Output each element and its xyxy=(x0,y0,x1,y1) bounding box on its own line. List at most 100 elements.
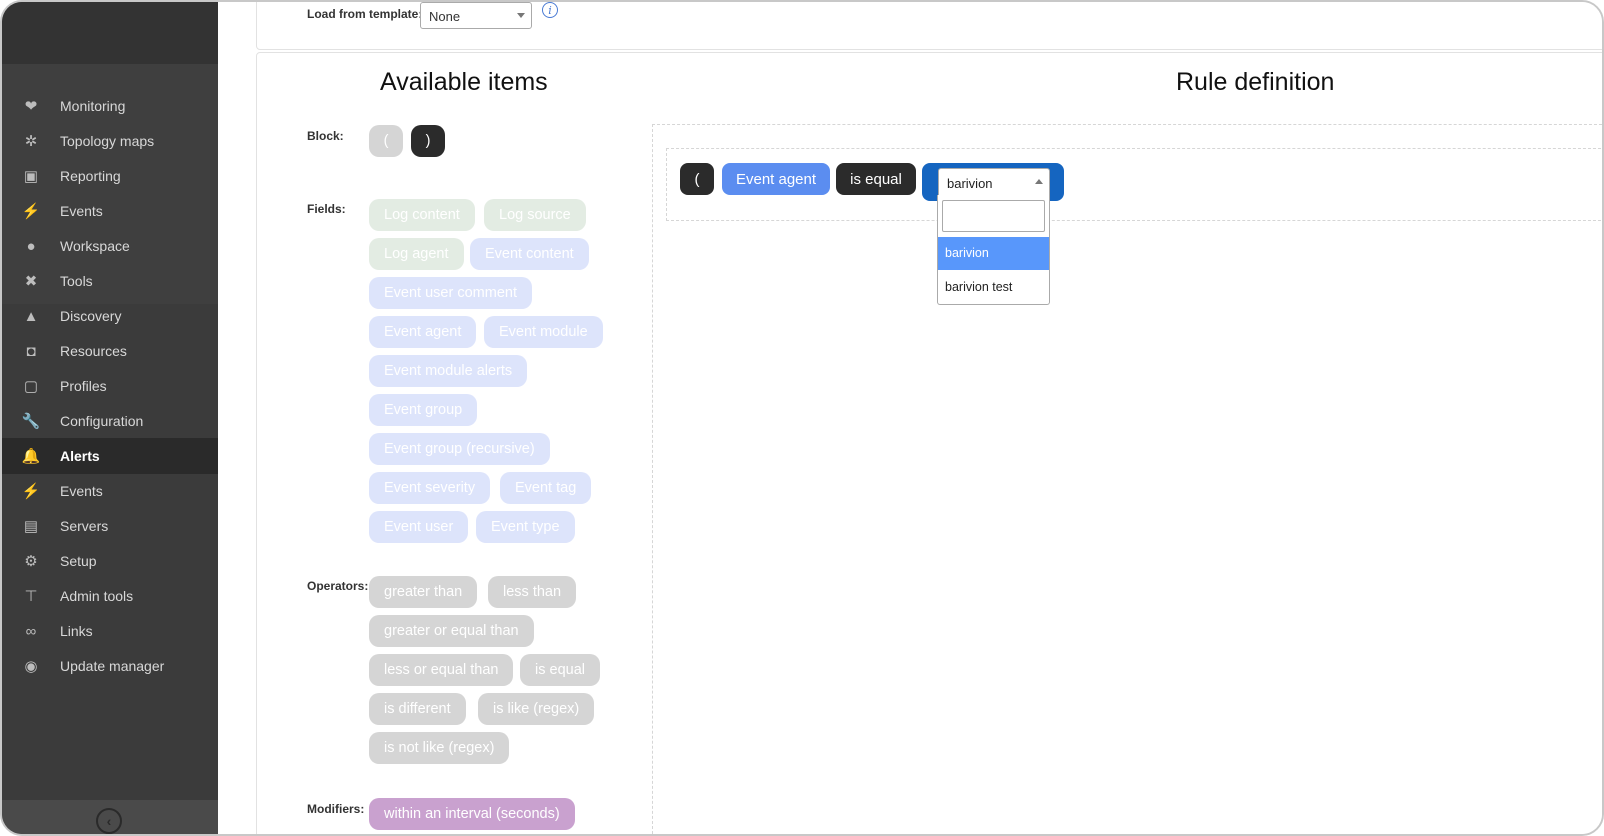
gear-icon: ⚙ xyxy=(24,553,38,570)
field-event-group[interactable]: Event group xyxy=(369,394,478,426)
sidebar-item-setup[interactable]: ⚙ Setup xyxy=(2,543,218,579)
rule-value-text: barivion xyxy=(947,176,993,191)
server-icon: ▤ xyxy=(23,518,39,535)
bell-icon: 🔔 xyxy=(21,448,41,465)
operator-is-not-like-regex[interactable]: is not like (regex) xyxy=(369,732,510,764)
field-event-agent[interactable]: Event agent xyxy=(369,316,477,348)
sidebar-item-update-manager[interactable]: ◉ Update manager xyxy=(2,648,218,684)
caret-up-icon xyxy=(1035,179,1043,184)
profile-icon: ▢ xyxy=(23,378,39,395)
field-event-tag[interactable]: Event tag xyxy=(500,472,592,504)
sidebar-item-label: Workspace xyxy=(60,238,130,254)
template-select-value: None xyxy=(429,9,461,24)
field-log-content[interactable]: Log content xyxy=(369,199,475,231)
discovery-icon: ▲ xyxy=(23,307,39,325)
report-icon: ▣ xyxy=(23,168,39,185)
app-window: ❤ Monitoring ✲ Topology maps ▣ Reporting… xyxy=(0,0,1604,836)
dropdown-search-input[interactable] xyxy=(942,200,1045,232)
sidebar-item-monitoring[interactable]: ❤ Monitoring xyxy=(2,88,218,124)
template-label: Load from template: xyxy=(307,7,423,21)
dropdown-option[interactable]: barivion xyxy=(938,237,1049,270)
sidebar-item-label: Alerts xyxy=(60,448,100,464)
sidebar-item-reporting[interactable]: ▣ Reporting xyxy=(2,158,218,194)
field-event-content[interactable]: Event content xyxy=(470,238,589,270)
update-icon: ◉ xyxy=(24,658,38,675)
sidebar-item-label: Update manager xyxy=(60,658,165,674)
dropdown-option[interactable]: barivion test xyxy=(938,271,1049,304)
sidebar-item-alerts[interactable]: 🔔 Alerts xyxy=(2,438,218,474)
template-select[interactable]: None xyxy=(420,2,532,29)
field-log-source[interactable]: Log source xyxy=(484,199,586,231)
sidebar-item-events[interactable]: ⚡ Events xyxy=(2,193,218,229)
topology-icon: ✲ xyxy=(24,133,38,150)
sidebar-item-workspace[interactable]: ● Workspace xyxy=(2,228,218,264)
user-icon: ● xyxy=(26,237,36,255)
sidebar-item-label: Setup xyxy=(60,553,97,569)
fields-label: Fields: xyxy=(307,202,346,216)
sidebar-item-label: Monitoring xyxy=(60,98,126,114)
rule-drop-zone[interactable] xyxy=(652,124,1602,834)
sidebar-item-label: Discovery xyxy=(60,308,122,324)
field-event-severity[interactable]: Event severity xyxy=(369,472,491,504)
operators-label: Operators: xyxy=(307,579,369,593)
block-open-paren[interactable]: ( xyxy=(369,125,403,157)
operator-is-equal[interactable]: is equal xyxy=(520,654,600,686)
admin-tools-icon: ⊤ xyxy=(24,588,38,605)
sidebar-item-events-2[interactable]: ⚡ Events xyxy=(2,473,218,509)
operator-is-different[interactable]: is different xyxy=(369,693,466,725)
field-event-module-alerts[interactable]: Event module alerts xyxy=(369,355,528,387)
field-event-module[interactable]: Event module xyxy=(484,316,603,348)
field-log-agent[interactable]: Log agent xyxy=(369,238,464,270)
sidebar-item-profiles[interactable]: ▢ Profiles xyxy=(2,368,218,404)
sidebar-logo-area xyxy=(2,2,218,64)
heartbeat-icon: ❤ xyxy=(24,98,38,115)
field-event-user-comment[interactable]: Event user comment xyxy=(369,277,532,309)
sidebar-item-label: Resources xyxy=(60,343,127,359)
lightning-icon: ⚡ xyxy=(21,203,41,220)
operator-less-than[interactable]: less than xyxy=(488,576,577,608)
operator-less-or-equal[interactable]: less or equal than xyxy=(369,654,514,686)
sidebar-item-admin-tools[interactable]: ⊤ Admin tools xyxy=(2,578,218,614)
lightning-icon: ⚡ xyxy=(21,483,41,500)
field-event-type[interactable]: Event type xyxy=(476,511,575,543)
rule-field-event-agent[interactable]: Event agent xyxy=(722,163,830,195)
modifier-within-interval[interactable]: within an interval (seconds) xyxy=(369,798,575,830)
sidebar-item-topology-maps[interactable]: ✲ Topology maps xyxy=(2,123,218,159)
sidebar-item-resources[interactable]: ◘ Resources xyxy=(2,333,218,369)
sidebar-item-label: Servers xyxy=(60,518,109,534)
sidebar-collapse-bar: ‹ xyxy=(2,800,218,834)
sidebar-item-tools[interactable]: ✖ Tools xyxy=(2,263,218,299)
resources-icon: ◘ xyxy=(26,342,36,360)
sidebar-item-label: Events xyxy=(60,483,103,499)
rule-operator-is-equal[interactable]: is equal xyxy=(836,163,916,195)
tools-icon: ✖ xyxy=(24,273,38,290)
sidebar-item-label: Links xyxy=(60,623,93,639)
info-icon[interactable]: i xyxy=(542,2,558,18)
available-items-title: Available items xyxy=(380,68,548,96)
caret-down-icon xyxy=(517,13,525,18)
field-event-user[interactable]: Event user xyxy=(369,511,469,543)
field-event-group-recursive[interactable]: Event group (recursive) xyxy=(369,433,550,465)
sidebar-item-label: Events xyxy=(60,203,103,219)
rule-value-select[interactable]: barivion xyxy=(938,168,1050,196)
sidebar: ❤ Monitoring ✲ Topology maps ▣ Reporting… xyxy=(2,2,218,834)
link-icon: ∞ xyxy=(25,622,37,640)
modifiers-label: Modifiers: xyxy=(307,802,365,816)
rule-open-paren[interactable]: ( xyxy=(680,163,714,195)
block-close-paren[interactable]: ) xyxy=(411,125,445,157)
block-label: Block: xyxy=(307,129,344,143)
sidebar-item-label: Tools xyxy=(60,273,93,289)
sidebar-item-discovery[interactable]: ▲ Discovery xyxy=(2,298,218,334)
wrench-icon: 🔧 xyxy=(21,413,41,430)
sidebar-item-links[interactable]: ∞ Links xyxy=(2,613,218,649)
sidebar-item-configuration[interactable]: 🔧 Configuration xyxy=(2,403,218,439)
sidebar-item-label: Topology maps xyxy=(60,133,155,149)
operator-greater-than[interactable]: greater than xyxy=(369,576,478,608)
rule-definition-title: Rule definition xyxy=(1176,68,1335,96)
sidebar-item-label: Profiles xyxy=(60,378,107,394)
sidebar-item-label: Admin tools xyxy=(60,588,134,604)
sidebar-item-servers[interactable]: ▤ Servers xyxy=(2,508,218,544)
chevron-left-icon[interactable]: ‹ xyxy=(96,808,122,834)
operator-greater-or-equal[interactable]: greater or equal than xyxy=(369,615,534,647)
operator-is-like-regex[interactable]: is like (regex) xyxy=(478,693,595,725)
